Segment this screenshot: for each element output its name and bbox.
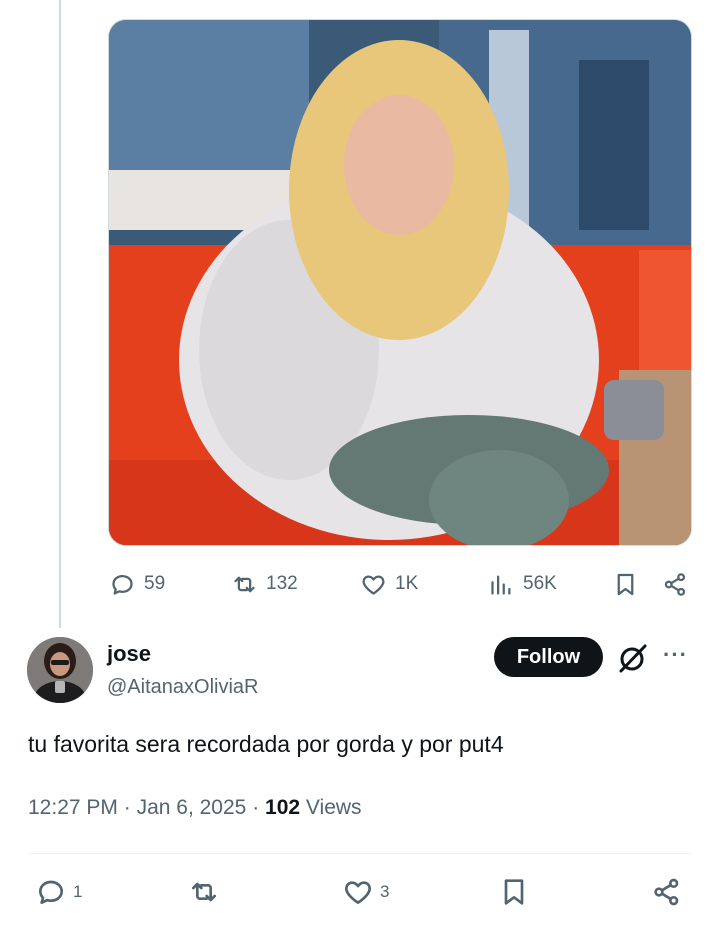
parent-repost-button[interactable]: 132 xyxy=(231,566,298,602)
views-icon xyxy=(491,575,511,595)
like-icon xyxy=(345,881,371,904)
repost-count: 132 xyxy=(266,573,298,594)
more-icon[interactable]: ··· xyxy=(663,642,688,668)
reply-author-handle[interactable]: @AitanaxOliviaR xyxy=(107,676,258,699)
views-count: 56K xyxy=(523,573,557,594)
reply-time[interactable]: 12:27 PM xyxy=(28,796,118,819)
reply-like-button[interactable]: 3 xyxy=(342,874,389,910)
reply-reply-button[interactable]: 1 xyxy=(35,874,82,910)
reply-icon xyxy=(39,880,63,904)
follow-button[interactable]: Follow xyxy=(494,637,603,677)
reply-share-button[interactable] xyxy=(651,874,683,910)
repost-icon xyxy=(192,882,216,902)
meta-separator: · xyxy=(123,796,131,819)
tweet-media-image[interactable] xyxy=(108,19,692,546)
reply-repost-button[interactable] xyxy=(188,874,220,910)
thread-connector-line xyxy=(59,0,61,628)
reply-count: 59 xyxy=(144,573,166,594)
parent-like-button[interactable]: 1K xyxy=(360,566,418,602)
like-count: 1K xyxy=(395,573,419,594)
bookmark-icon xyxy=(504,879,524,905)
like-icon xyxy=(362,575,385,595)
reply-icon xyxy=(112,574,133,595)
reply-count: 1 xyxy=(73,882,83,901)
avatar[interactable] xyxy=(27,637,93,703)
repost-icon xyxy=(234,576,255,592)
parent-views-button[interactable]: 56K xyxy=(488,566,557,602)
share-icon xyxy=(664,572,686,596)
reply-bookmark-button[interactable] xyxy=(498,874,530,910)
grok-icon[interactable] xyxy=(616,641,650,675)
parent-share-button[interactable] xyxy=(662,566,689,602)
reply-author-name[interactable]: jose xyxy=(107,641,151,667)
divider xyxy=(28,853,692,854)
reply-date[interactable]: Jan 6, 2025 xyxy=(137,796,247,819)
parent-bookmark-button[interactable] xyxy=(612,566,639,602)
reply-views-label: Views xyxy=(305,796,362,819)
share-icon xyxy=(654,878,679,906)
bookmark-icon xyxy=(617,573,634,595)
reply-views-number: 102 xyxy=(265,796,301,819)
reply-text: tu favorita sera recordada por gorda y p… xyxy=(28,731,504,757)
reply-metadata: 12:27 PM · Jan 6, 2025 · 102 Views xyxy=(28,796,362,820)
meta-separator: · xyxy=(252,796,260,819)
parent-reply-button[interactable]: 59 xyxy=(109,566,165,602)
like-count: 3 xyxy=(380,882,390,901)
